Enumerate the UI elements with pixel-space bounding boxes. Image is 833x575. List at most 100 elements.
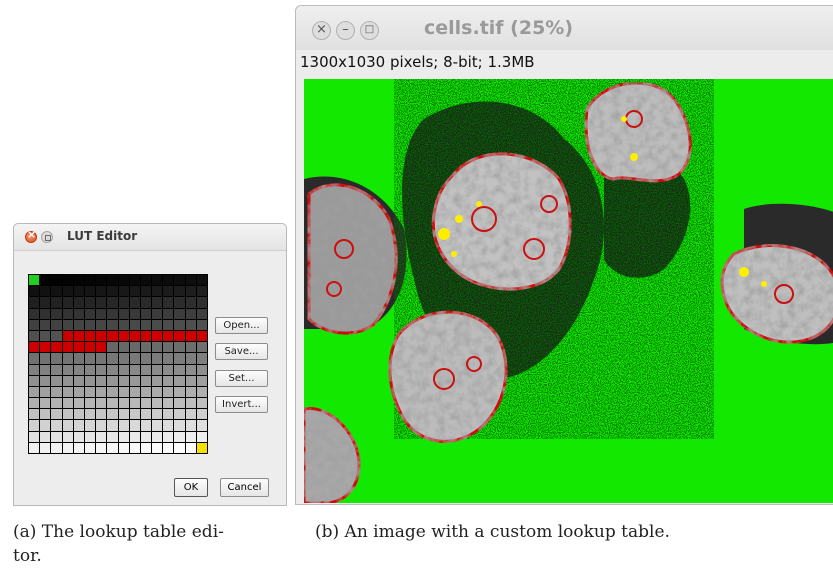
lut-cell[interactable]	[129, 319, 141, 331]
lut-cell[interactable]	[62, 286, 74, 298]
lut-cell[interactable]	[51, 364, 63, 376]
lut-cell[interactable]	[174, 330, 186, 343]
lut-cell[interactable]	[62, 431, 74, 443]
lut-cell[interactable]	[73, 364, 85, 376]
lut-cell[interactable]	[152, 308, 164, 320]
lut-cell[interactable]	[40, 308, 52, 320]
lut-cell[interactable]	[62, 275, 74, 287]
lut-cell[interactable]	[196, 308, 208, 320]
lut-cell[interactable]	[152, 386, 164, 399]
lut-cell[interactable]	[29, 330, 41, 343]
lut-cell[interactable]	[185, 409, 197, 421]
lut-cell[interactable]	[107, 275, 119, 287]
lut-cell[interactable]	[163, 409, 175, 421]
lut-cell[interactable]	[40, 409, 52, 421]
lut-cell[interactable]	[40, 431, 52, 443]
lut-cell[interactable]	[196, 297, 208, 309]
lut-cell[interactable]	[140, 353, 153, 365]
lut-cell[interactable]	[163, 364, 175, 376]
lut-cell[interactable]	[118, 297, 130, 309]
lut-cell[interactable]	[118, 275, 130, 287]
lut-cell[interactable]	[185, 420, 197, 432]
lut-cell[interactable]	[73, 275, 85, 287]
lut-cell[interactable]	[73, 375, 85, 387]
lut-cell[interactable]	[140, 442, 153, 454]
lut-cell[interactable]	[84, 375, 97, 387]
lut-cell[interactable]	[40, 275, 52, 287]
lut-cell[interactable]	[51, 319, 63, 331]
lut-cell[interactable]	[174, 353, 186, 365]
lut-cell[interactable]	[152, 364, 164, 376]
lut-cell[interactable]	[96, 386, 108, 399]
lut-cell[interactable]	[163, 375, 175, 387]
lut-cell[interactable]	[29, 353, 41, 365]
lut-cell[interactable]	[29, 297, 41, 309]
lut-cell[interactable]	[62, 297, 74, 309]
lut-cell[interactable]	[152, 275, 164, 287]
open-button[interactable]: Open...	[215, 317, 268, 334]
lut-cell[interactable]	[107, 420, 119, 432]
lut-cell[interactable]	[140, 297, 153, 309]
lut-cell[interactable]	[196, 364, 208, 376]
lut-cell[interactable]	[163, 308, 175, 320]
lut-cell[interactable]	[62, 330, 74, 343]
lut-cell[interactable]	[152, 297, 164, 309]
lut-cell[interactable]	[84, 353, 97, 365]
lut-cell[interactable]	[152, 442, 164, 454]
lut-cell[interactable]	[107, 386, 119, 399]
lut-cell[interactable]	[163, 342, 175, 354]
lut-cell[interactable]	[96, 297, 108, 309]
lut-cell[interactable]	[185, 398, 197, 410]
lut-cell[interactable]	[118, 442, 130, 454]
lut-cell[interactable]	[51, 353, 63, 365]
maximize-icon[interactable]: □	[360, 21, 379, 40]
lut-cell[interactable]	[129, 286, 141, 298]
lut-cell[interactable]	[140, 319, 153, 331]
lut-cell[interactable]	[129, 353, 141, 365]
lut-cell[interactable]	[152, 319, 164, 331]
lut-cell[interactable]	[96, 308, 108, 320]
lut-cell[interactable]	[29, 375, 41, 387]
lut-cell[interactable]	[163, 398, 175, 410]
lut-cell[interactable]	[118, 330, 130, 343]
lut-cell[interactable]	[185, 275, 197, 287]
maximize-icon[interactable]	[41, 231, 53, 243]
lut-cell[interactable]	[29, 409, 41, 421]
lut-cell[interactable]	[51, 275, 63, 287]
lut-cell[interactable]	[96, 420, 108, 432]
lut-cell[interactable]	[107, 431, 119, 443]
lut-cell[interactable]	[107, 319, 119, 331]
lut-cell[interactable]	[62, 308, 74, 320]
lut-cell[interactable]	[174, 420, 186, 432]
lut-cell[interactable]	[196, 330, 208, 343]
lut-cell[interactable]	[174, 431, 186, 443]
save-button[interactable]: Save...	[215, 343, 268, 360]
lut-cell[interactable]	[96, 409, 108, 421]
lut-cell[interactable]	[185, 375, 197, 387]
lut-cell[interactable]	[96, 375, 108, 387]
lut-cell[interactable]	[96, 398, 108, 410]
lut-cell[interactable]	[84, 297, 97, 309]
lut-cell[interactable]	[163, 275, 175, 287]
lut-cell[interactable]	[163, 286, 175, 298]
lut-cell[interactable]	[73, 297, 85, 309]
lut-cell[interactable]	[140, 375, 153, 387]
lut-cell[interactable]	[40, 375, 52, 387]
lut-cell[interactable]	[62, 353, 74, 365]
lut-cell[interactable]	[196, 398, 208, 410]
lut-cell[interactable]	[140, 409, 153, 421]
lut-cell[interactable]	[51, 386, 63, 399]
lut-cell[interactable]	[29, 308, 41, 320]
lut-cell[interactable]	[73, 442, 85, 454]
lut-cell[interactable]	[185, 297, 197, 309]
lut-cell[interactable]	[51, 442, 63, 454]
lut-cell[interactable]	[29, 431, 41, 443]
lut-cell[interactable]	[174, 275, 186, 287]
lut-cell[interactable]	[73, 420, 85, 432]
lut-cell[interactable]	[196, 275, 208, 287]
lut-cell[interactable]	[118, 420, 130, 432]
lut-cell[interactable]	[96, 442, 108, 454]
lut-cell[interactable]	[51, 297, 63, 309]
lut-cell[interactable]	[163, 353, 175, 365]
lut-cell[interactable]	[118, 308, 130, 320]
